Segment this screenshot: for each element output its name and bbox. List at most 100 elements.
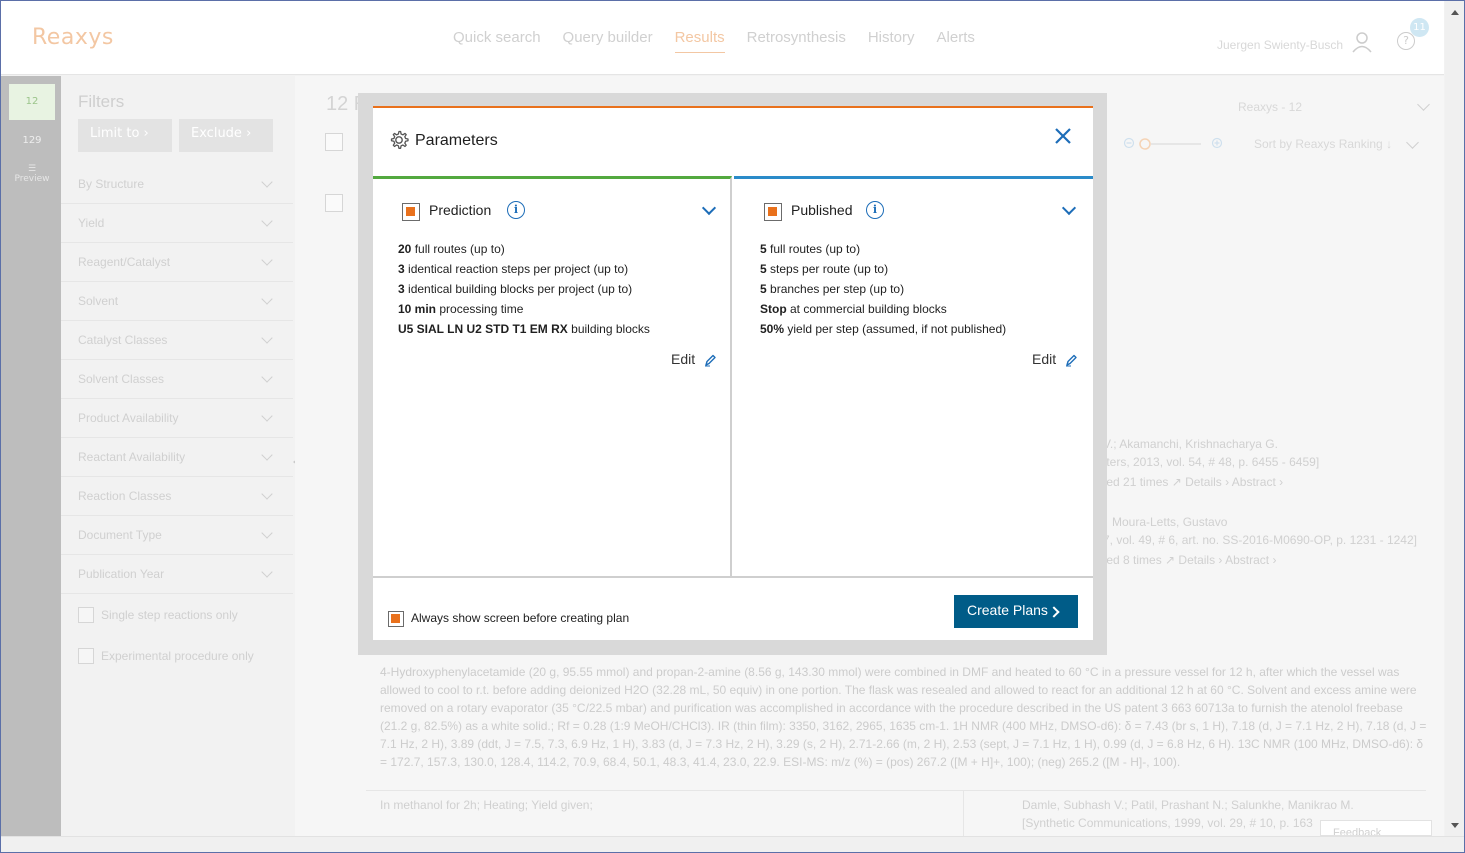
prediction-title: Prediction bbox=[429, 202, 492, 218]
single-step-label: Single step reactions only bbox=[101, 608, 238, 622]
filter-label: By Structure bbox=[78, 177, 145, 191]
nav-history[interactable]: History bbox=[868, 29, 915, 53]
single-step-checkbox[interactable] bbox=[78, 607, 94, 623]
sort-select[interactable]: Sort by Reaxys Ranking ↓ bbox=[1254, 137, 1392, 151]
published-checkbox[interactable] bbox=[764, 203, 782, 221]
feedback-button[interactable]: Feedback bbox=[1320, 820, 1432, 836]
vertical-scrollbar[interactable] bbox=[1445, 1, 1464, 837]
main-nav: Quick search Query builder Results Retro… bbox=[453, 29, 975, 53]
zoom-slider[interactable] bbox=[1123, 137, 1223, 151]
nav-alerts[interactable]: Alerts bbox=[937, 29, 975, 53]
prediction-edit-link[interactable]: Edit bbox=[671, 351, 695, 367]
chevron-down-icon bbox=[261, 293, 273, 305]
filter-reagent-catalyst[interactable]: Reagent/Catalyst bbox=[61, 244, 293, 282]
experimental-procedure-label: Experimental procedure only bbox=[101, 649, 254, 663]
horizontal-scrollbar[interactable] bbox=[1, 836, 1464, 852]
nav-query-builder[interactable]: Query builder bbox=[563, 29, 653, 53]
filter-yield[interactable]: Yield bbox=[61, 205, 293, 243]
filter-reactant-availability[interactable]: Reactant Availability bbox=[61, 439, 293, 477]
exclude-button[interactable]: Exclude › bbox=[179, 119, 273, 152]
chevron-down-icon[interactable] bbox=[701, 200, 717, 216]
rail-tab-reactions[interactable]: 12 bbox=[9, 84, 55, 120]
notification-badge[interactable]: 11 bbox=[1410, 18, 1429, 37]
chevron-down-icon bbox=[261, 332, 273, 344]
filter-reaction-classes[interactable]: Reaction Classes bbox=[61, 478, 293, 516]
result-citation: tters, 2013, vol. 54, # 48, p. 6455 - 64… bbox=[1103, 455, 1320, 469]
filter-product-availability[interactable]: Product Availability bbox=[61, 400, 293, 438]
always-show-checkbox[interactable] bbox=[388, 611, 404, 627]
filter-by-structure[interactable]: By Structure bbox=[61, 166, 293, 204]
result-checkbox[interactable] bbox=[325, 194, 343, 212]
nav-results[interactable]: Results bbox=[674, 29, 725, 53]
top-header: Reaxys Quick search Query builder Result… bbox=[1, 1, 1444, 75]
chevron-down-icon bbox=[261, 527, 273, 539]
nav-quick-search[interactable]: Quick search bbox=[453, 29, 541, 53]
setting-line: 10 min processing time bbox=[398, 302, 524, 316]
published-title: Published bbox=[791, 202, 853, 218]
filter-publication-year[interactable]: Publication Year bbox=[61, 556, 293, 594]
divider bbox=[366, 790, 1426, 791]
pencil-icon[interactable] bbox=[704, 353, 716, 367]
limit-to-button[interactable]: Limit to › bbox=[78, 119, 172, 152]
close-icon[interactable] bbox=[1053, 126, 1073, 146]
experimental-procedure-text: 4-Hydroxyphenylacetamide (20 g, 95.55 mm… bbox=[380, 665, 1427, 769]
published-panel: Published i 5 full routes (up to) 5 step… bbox=[734, 176, 1093, 576]
filter-catalyst-classes[interactable]: Catalyst Classes bbox=[61, 322, 293, 360]
result-authors: V.; Akamanchi, Krishnacharya G. bbox=[1103, 437, 1278, 451]
reaction-conditions: In methanol for 2h; Heating; Yield given… bbox=[380, 798, 593, 812]
rail-tab-substances[interactable]: 129 bbox=[9, 126, 55, 156]
nav-retrosynthesis[interactable]: Retrosynthesis bbox=[747, 29, 846, 53]
setting-line: 3 identical building blocks per project … bbox=[398, 282, 633, 296]
filter-label: Yield bbox=[78, 216, 105, 230]
user-icon[interactable] bbox=[1352, 31, 1372, 53]
setting-line: 5 branches per step (up to) bbox=[760, 282, 905, 296]
gear-icon bbox=[390, 130, 409, 149]
source-select[interactable]: Reaxys - 12 bbox=[1238, 100, 1302, 114]
result-links[interactable]: ted 8 times ↗ Details › Abstract › bbox=[1103, 553, 1276, 567]
parameters-dialog: Parameters Prediction i 20 full routes (… bbox=[373, 106, 1093, 640]
chevron-down-icon bbox=[261, 410, 273, 422]
reaxys-logo[interactable]: Reaxys bbox=[32, 25, 114, 50]
create-plans-label: Create Plans bbox=[967, 602, 1048, 618]
filter-label: Document Type bbox=[78, 528, 162, 542]
user-name[interactable]: Juergen Swienty-Busch bbox=[1217, 38, 1343, 52]
result-authors: Damle, Subhash V.; Patil, Prashant N.; S… bbox=[1022, 798, 1354, 812]
rail-preview-label: Preview bbox=[14, 174, 50, 184]
published-edit-link[interactable]: Edit bbox=[1032, 351, 1056, 367]
scroll-up-icon[interactable] bbox=[1451, 10, 1459, 15]
rail-preview[interactable]: ☰ Preview bbox=[9, 164, 55, 184]
scroll-down-icon[interactable] bbox=[1451, 823, 1459, 828]
always-show-label: Always show screen before creating plan bbox=[411, 611, 630, 625]
result-links[interactable]: ted 21 times ↗ Details › Abstract › bbox=[1103, 475, 1283, 489]
chevron-down-icon[interactable] bbox=[1061, 200, 1077, 216]
result-authors: Moura-Letts, Gustavo bbox=[1112, 515, 1228, 529]
dialog-header: Parameters bbox=[373, 108, 1093, 176]
filter-solvent[interactable]: Solvent bbox=[61, 283, 293, 321]
create-plans-button[interactable]: Create Plans bbox=[954, 595, 1078, 628]
result-citation: 7, vol. 49, # 6, art. no. SS-2016-M0690-… bbox=[1103, 533, 1417, 547]
left-rail: 12 129 ☰ Preview bbox=[1, 76, 61, 836]
select-all-checkbox[interactable] bbox=[325, 133, 343, 151]
chevron-down-icon bbox=[261, 566, 273, 578]
info-icon[interactable]: i bbox=[866, 201, 884, 219]
filters-title: Filters bbox=[78, 92, 125, 111]
dialog-title: Parameters bbox=[415, 132, 498, 149]
chevron-down-icon bbox=[261, 215, 273, 227]
setting-line: 20 full routes (up to) bbox=[398, 242, 505, 256]
filter-label: Solvent Classes bbox=[78, 372, 165, 386]
filter-solvent-classes[interactable]: Solvent Classes bbox=[61, 361, 293, 399]
published-settings: 5 full routes (up to) 5 steps per route … bbox=[760, 239, 1006, 339]
filter-document-type[interactable]: Document Type bbox=[61, 517, 293, 555]
chevron-down-icon bbox=[261, 449, 273, 461]
prediction-checkbox[interactable] bbox=[402, 203, 420, 221]
divider bbox=[963, 791, 964, 836]
filter-label: Solvent bbox=[78, 294, 119, 308]
prediction-settings: 20 full routes (up to) 3 identical react… bbox=[398, 239, 650, 339]
experimental-procedure-checkbox[interactable] bbox=[78, 648, 94, 664]
info-icon[interactable]: i bbox=[507, 201, 525, 219]
result-citation: [Synthetic Communications, 1999, vol. 29… bbox=[1022, 816, 1313, 830]
setting-line: 50% yield per step (assumed, if not publ… bbox=[760, 322, 1007, 336]
pencil-icon[interactable] bbox=[1065, 353, 1077, 367]
setting-line: 5 steps per route (up to) bbox=[760, 262, 889, 276]
filter-label: Catalyst Classes bbox=[78, 333, 168, 347]
